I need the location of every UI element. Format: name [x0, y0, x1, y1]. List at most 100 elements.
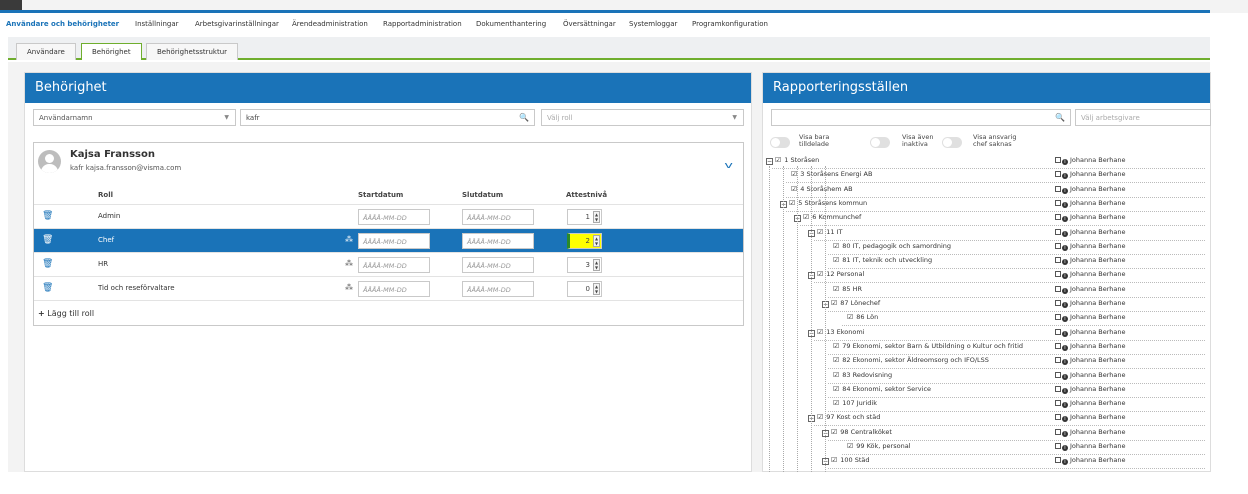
checkbox-icon[interactable]	[1055, 357, 1061, 363]
info-icon[interactable]: i	[1062, 431, 1068, 437]
checkbox-icon[interactable]: ☑	[775, 156, 781, 164]
checkbox-icon[interactable]	[1055, 229, 1061, 235]
info-icon[interactable]: i	[1062, 388, 1068, 394]
stepper-arrows-icon[interactable]: ▲ ▼	[593, 211, 600, 223]
info-icon[interactable]: i	[1062, 188, 1068, 194]
info-icon[interactable]: i	[1062, 288, 1068, 294]
checkbox-icon[interactable]: ☑	[831, 456, 837, 464]
employer-select[interactable]: Välj arbetsgivare	[1075, 109, 1211, 126]
checkbox-icon[interactable]: ☑	[833, 399, 839, 407]
checkbox-icon[interactable]	[1055, 157, 1061, 163]
checkbox-icon[interactable]: ☑	[817, 270, 823, 278]
checkbox-icon[interactable]	[1055, 372, 1061, 378]
user-search-input[interactable]: kafr 🔍	[240, 109, 535, 126]
org-tree-icon[interactable]: ⁂	[345, 283, 353, 292]
info-icon[interactable]: i	[1062, 459, 1068, 465]
attest-level-stepper[interactable]: 2 ▲ ▼	[567, 233, 602, 249]
role-row-hr[interactable]: 🗑 HR ⁂ ÅÅÅÅ-MM-DD ÅÅÅÅ-MM-DD 3 ▲ ▼	[34, 252, 743, 276]
checkbox-icon[interactable]	[1055, 300, 1061, 306]
info-icon[interactable]: i	[1062, 273, 1068, 279]
role-row-time-travel[interactable]: 🗑 Tid och reseförvaltare ⁂ ÅÅÅÅ-MM-DD ÅÅ…	[34, 276, 743, 300]
user-filter-select[interactable]: Användarnamn ▼	[33, 109, 236, 126]
info-icon[interactable]: i	[1062, 416, 1068, 422]
search-icon[interactable]: 🔍	[519, 113, 529, 122]
nav-users-permissions[interactable]: Användare och behörigheter	[6, 20, 119, 28]
attest-level-stepper[interactable]: 0 ▲ ▼	[567, 281, 602, 297]
checkbox-icon[interactable]	[1055, 257, 1061, 263]
checkbox-icon[interactable]	[1055, 443, 1061, 449]
nav-program-config[interactable]: Programkonfiguration	[692, 20, 768, 28]
info-icon[interactable]: i	[1062, 402, 1068, 408]
checkbox-icon[interactable]: ☑	[817, 228, 823, 236]
collapse-icon[interactable]: −	[766, 158, 773, 165]
chevron-down-icon[interactable]: v	[724, 161, 733, 171]
info-icon[interactable]: i	[1062, 374, 1068, 380]
trash-icon[interactable]: 🗑	[42, 235, 53, 245]
info-icon[interactable]: i	[1062, 331, 1068, 337]
checkbox-icon[interactable]	[1055, 329, 1061, 335]
nav-settings[interactable]: Inställningar	[135, 20, 179, 28]
start-date-input[interactable]: ÅÅÅÅ-MM-DD	[358, 257, 430, 273]
search-icon[interactable]: 🔍	[1055, 113, 1065, 122]
attest-level-stepper[interactable]: 1 ▲ ▼	[567, 209, 602, 225]
org-tree-icon[interactable]: ⁂	[345, 235, 353, 244]
info-icon[interactable]: i	[1062, 202, 1068, 208]
info-icon[interactable]: i	[1062, 216, 1068, 222]
checkbox-icon[interactable]	[1055, 414, 1061, 420]
checkbox-icon[interactable]: ☑	[817, 328, 823, 336]
end-date-input[interactable]: ÅÅÅÅ-MM-DD	[462, 209, 534, 225]
info-icon[interactable]: i	[1062, 302, 1068, 308]
checkbox-icon[interactable]: ☑	[833, 371, 839, 379]
checkbox-icon[interactable]	[1055, 343, 1061, 349]
start-date-input[interactable]: ÅÅÅÅ-MM-DD	[358, 281, 430, 297]
checkbox-icon[interactable]: ☑	[833, 385, 839, 393]
add-role-button[interactable]: + Lägg till roll	[38, 309, 94, 318]
nav-translations[interactable]: Översättningar	[563, 20, 616, 28]
tab-users[interactable]: Användare	[16, 43, 76, 60]
checkbox-icon[interactable]	[1055, 243, 1061, 249]
checkbox-icon[interactable]	[1055, 214, 1061, 220]
toggle-show-assigned[interactable]	[770, 137, 790, 148]
info-icon[interactable]: i	[1062, 359, 1068, 365]
checkbox-icon[interactable]	[1055, 400, 1061, 406]
checkbox-icon[interactable]: ☑	[833, 356, 839, 364]
checkbox-icon[interactable]	[1055, 429, 1061, 435]
stepper-arrows-icon[interactable]: ▲ ▼	[593, 283, 600, 295]
end-date-input[interactable]: ÅÅÅÅ-MM-DD	[462, 233, 534, 249]
nav-employer-settings[interactable]: Arbetsgivarinställningar	[195, 20, 279, 28]
checkbox-icon[interactable]: ☑	[831, 428, 837, 436]
toggle-missing-manager[interactable]	[942, 137, 962, 148]
end-date-input[interactable]: ÅÅÅÅ-MM-DD	[462, 281, 534, 297]
info-icon[interactable]: i	[1062, 345, 1068, 351]
checkbox-icon[interactable]	[1055, 314, 1061, 320]
attest-level-stepper[interactable]: 3 ▲ ▼	[567, 257, 602, 273]
checkbox-icon[interactable]: ☑	[847, 442, 853, 450]
checkbox-icon[interactable]: ☑	[817, 413, 823, 421]
checkbox-icon[interactable]	[1055, 186, 1061, 192]
role-row-admin[interactable]: 🗑 Admin ÅÅÅÅ-MM-DD ÅÅÅÅ-MM-DD 1 ▲ ▼	[34, 204, 743, 228]
tab-permissions[interactable]: Behörighet	[81, 43, 142, 60]
role-row-chef[interactable]: 🗑 Chef ⁂ ÅÅÅÅ-MM-DD ÅÅÅÅ-MM-DD 2 ▲ ▼	[34, 228, 743, 252]
checkbox-icon[interactable]: ☑	[833, 342, 839, 350]
checkbox-icon[interactable]: ☑	[833, 285, 839, 293]
checkbox-icon[interactable]	[1055, 171, 1061, 177]
info-icon[interactable]: i	[1062, 316, 1068, 322]
checkbox-icon[interactable]	[1055, 200, 1061, 206]
checkbox-icon[interactable]	[1055, 271, 1061, 277]
checkbox-icon[interactable]	[1055, 457, 1061, 463]
reporting-search-input[interactable]: 🔍	[771, 109, 1071, 126]
checkbox-icon[interactable]: ☑	[833, 242, 839, 250]
trash-icon[interactable]: 🗑	[42, 283, 53, 293]
toggle-show-inactive[interactable]	[870, 137, 890, 148]
checkbox-icon[interactable]: ☑	[803, 213, 809, 221]
checkbox-icon[interactable]	[1055, 386, 1061, 392]
nav-case-admin[interactable]: Ärendeadministration	[292, 20, 368, 28]
start-date-input[interactable]: ÅÅÅÅ-MM-DD	[358, 233, 430, 249]
info-icon[interactable]: i	[1062, 173, 1068, 179]
start-date-input[interactable]: ÅÅÅÅ-MM-DD	[358, 209, 430, 225]
nav-report-admin[interactable]: Rapportadministration	[383, 20, 462, 28]
tab-permission-structure[interactable]: Behörighetsstruktur	[146, 43, 239, 60]
checkbox-icon[interactable]	[1055, 286, 1061, 292]
info-icon[interactable]: i	[1062, 245, 1068, 251]
end-date-input[interactable]: ÅÅÅÅ-MM-DD	[462, 257, 534, 273]
